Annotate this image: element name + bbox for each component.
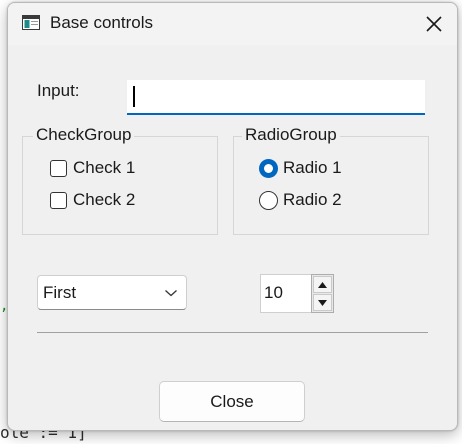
radio-label[interactable]: Radio 2 bbox=[283, 190, 342, 210]
spinner-value: 10 bbox=[264, 283, 283, 302]
radio-button[interactable] bbox=[259, 191, 278, 210]
triangle-down-icon bbox=[318, 299, 327, 306]
checkbox-label[interactable]: Check 1 bbox=[73, 158, 135, 178]
combo-box[interactable]: First bbox=[37, 275, 187, 310]
checkbox-box[interactable] bbox=[50, 192, 67, 209]
spinner-field[interactable]: 10 bbox=[260, 274, 311, 313]
check-group-title: CheckGroup bbox=[33, 125, 135, 145]
close-icon bbox=[426, 16, 442, 32]
title-bar: Base controls bbox=[8, 3, 457, 45]
radio-button-selected[interactable] bbox=[259, 159, 278, 178]
text-caret bbox=[133, 86, 135, 107]
dialog-window: Base controls Input: CheckGroup Check 1 … bbox=[7, 2, 458, 431]
radio-group-title: RadioGroup bbox=[242, 125, 340, 145]
radio-label[interactable]: Radio 1 bbox=[283, 158, 342, 178]
radio-group-box bbox=[233, 136, 429, 235]
triangle-up-icon bbox=[318, 281, 327, 288]
check-group-box bbox=[22, 136, 218, 235]
window-title: Base controls bbox=[50, 13, 153, 32]
spinner-down-button[interactable] bbox=[313, 294, 332, 311]
app-window-icon bbox=[22, 15, 40, 30]
combo-selected-value: First bbox=[43, 283, 77, 302]
close-button[interactable]: Close bbox=[159, 381, 305, 422]
spinner-buttons bbox=[311, 274, 334, 313]
input-label: Input: bbox=[37, 81, 80, 100]
window-close-button[interactable] bbox=[411, 3, 457, 45]
checkbox-label[interactable]: Check 2 bbox=[73, 190, 135, 210]
horizontal-separator bbox=[37, 332, 428, 333]
input-field[interactable] bbox=[127, 80, 425, 115]
chevron-down-icon bbox=[165, 290, 177, 297]
background-code-fragment: , bbox=[0, 298, 6, 312]
spinner-up-button[interactable] bbox=[313, 276, 332, 293]
checkbox-box[interactable] bbox=[50, 160, 67, 177]
number-spinner: 10 bbox=[260, 274, 334, 313]
